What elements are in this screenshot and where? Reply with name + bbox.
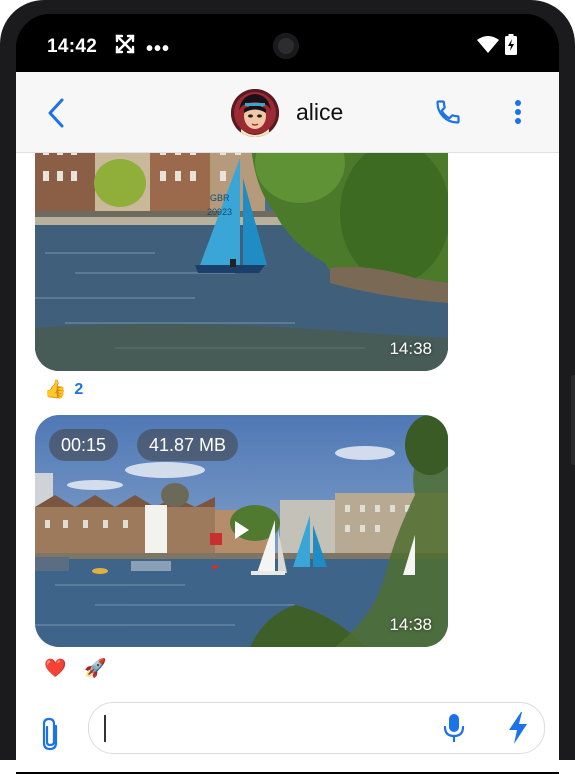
video-duration-badge: 00:15 [49, 429, 119, 461]
video-message[interactable]: 00:15 41.87 MB 14:38 [35, 415, 448, 647]
reaction-count: 2 [74, 380, 84, 398]
status-more-dots: ••• [146, 38, 171, 60]
message-input[interactable] [103, 713, 417, 745]
phone-icon[interactable] [434, 98, 462, 126]
message-input-container[interactable] [88, 702, 545, 754]
microphone-icon[interactable] [443, 713, 465, 743]
play-icon[interactable] [234, 520, 250, 540]
message-list[interactable]: GBR 20923 14:38 👍 2 00:15 41.87 MB 14:38… [16, 153, 559, 693]
svg-text:GBR: GBR [210, 193, 230, 203]
wifi-icon [477, 36, 499, 53]
text-caret [104, 715, 106, 742]
photo-message[interactable]: GBR 20923 14:38 [35, 153, 448, 371]
video-size-badge: 41.87 MB [137, 429, 239, 461]
status-bar: 14:42 ••• [16, 14, 559, 72]
rocket-reaction[interactable]: 🚀 [84, 658, 106, 679]
svg-text:20923: 20923 [207, 207, 232, 217]
video-reactions[interactable]: ❤️ 🚀 [44, 658, 107, 679]
contact-name[interactable]: alice [296, 99, 343, 126]
chat-screen: alice GBR 20923 14:38 👍 2 00:15 41.87 MB… [16, 72, 559, 772]
video-timestamp: 14:38 [389, 615, 432, 634]
crossed-arrows-icon [115, 34, 135, 54]
avatar[interactable] [231, 89, 279, 137]
chat-header: alice [16, 72, 559, 153]
heart-reaction[interactable]: ❤️ [44, 658, 66, 679]
message-composer [16, 694, 559, 772]
phone-screen-area: 14:42 ••• alice GBR 20923 14:38 👍 2 00:1… [16, 14, 559, 774]
avatar-image [231, 89, 279, 137]
thumbs-up-reaction[interactable]: 👍 [44, 379, 66, 400]
photo-reactions[interactable]: 👍 2 [44, 379, 83, 400]
phone-side-button [571, 375, 575, 465]
status-time: 14:42 [47, 36, 98, 57]
back-arrow-icon[interactable] [45, 97, 69, 129]
more-vertical-icon[interactable] [506, 97, 530, 127]
lightning-icon[interactable] [507, 712, 529, 744]
paperclip-icon[interactable] [38, 716, 64, 752]
camera-cutout [273, 33, 299, 59]
photo-image: GBR 20923 [35, 153, 448, 371]
battery-charging-icon [505, 34, 517, 55]
photo-timestamp: 14:38 [389, 339, 432, 358]
